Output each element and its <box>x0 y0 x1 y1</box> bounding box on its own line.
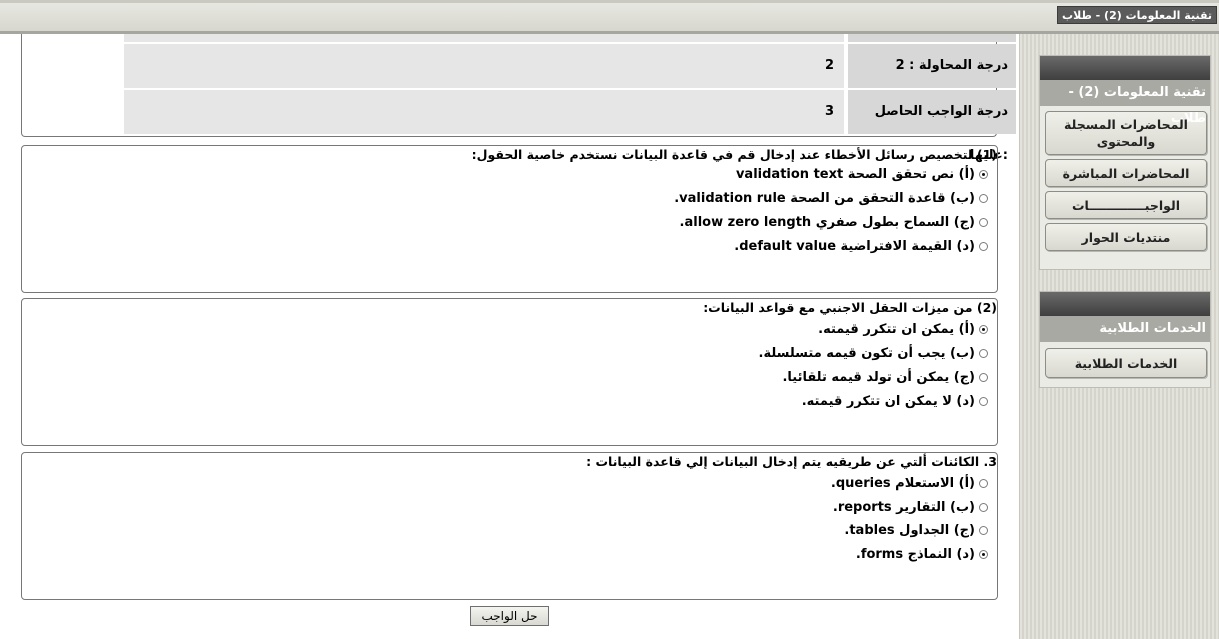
sidebar-course-menu: تقنية المعلومات (2) - طلاب المحاضرات الم… <box>1039 55 1211 270</box>
obtained-label: درجة الواجب الحاصل عليها: <box>848 90 1016 163</box>
sidebar-services-menu: الخدمات الطلابية الخدمات الطلابية <box>1039 291 1211 388</box>
question-2-option-b[interactable]: (ب) يجب أن تكون قيمه متسلسلة. <box>758 343 988 363</box>
grade-row-obtained: درجة الواجب الحاصل عليها: 3 <box>124 90 1016 163</box>
sidebar-course-title: تقنية المعلومات (2) - طلاب <box>1040 80 1210 126</box>
radio-button[interactable] <box>979 193 988 203</box>
sidebar-course-header <box>1040 56 1210 80</box>
option-label: (ب) قاعدة التحقق من الصحة validation rul… <box>674 190 975 206</box>
radio-button[interactable] <box>979 502 988 512</box>
question-2-option-a[interactable]: (أ) يمكن ان تتكرر قيمته. <box>818 319 988 339</box>
option-label: (ج) الجداول tables. <box>844 522 975 538</box>
question-1-option-a[interactable]: (أ) نص تحقق الصحة validation text <box>736 164 988 184</box>
top-bar-line <box>0 0 1219 3</box>
attempt-value: 2 <box>124 44 844 88</box>
app-title: تقنية المعلومات (2) - طلاب <box>1057 6 1217 24</box>
radio-button[interactable] <box>979 217 988 227</box>
submit-assignment-button[interactable]: حل الواجب <box>470 606 549 626</box>
sidebar-item-forums[interactable]: منتديات الحوار <box>1045 223 1207 251</box>
radio-button[interactable] <box>979 241 988 251</box>
option-label: (ب) التقارير reports. <box>832 499 975 515</box>
radio-button[interactable] <box>979 478 988 488</box>
radio-button[interactable] <box>979 396 988 406</box>
option-label: (ج) السماح بطول صفري allow zero length. <box>679 214 975 230</box>
question-2-text: (2) من ميزات الحقل الاجنبي مع قواعد البي… <box>703 300 997 315</box>
question-1: (1) لتخصيص رسائل الأخطاء عند إدخال قم في… <box>21 145 998 293</box>
question-1-option-b[interactable]: (ب) قاعدة التحقق من الصحة validation rul… <box>674 188 988 208</box>
sidebar-item-assignments[interactable]: الواجبـــــــــــــات <box>1045 191 1207 219</box>
question-1-option-d[interactable]: (د) القيمة الافتراضية default value. <box>734 236 988 256</box>
option-label: (أ) يمكن ان تتكرر قيمته. <box>818 321 975 337</box>
question-3-option-c[interactable]: (ج) الجداول tables. <box>844 520 988 540</box>
sidebar-services-header <box>1040 292 1210 316</box>
grade-label-top <box>848 34 1016 42</box>
obtained-value: 3 <box>124 90 844 134</box>
radio-button[interactable] <box>979 372 988 382</box>
radio-button[interactable] <box>979 324 988 334</box>
question-2-option-d[interactable]: (د) لا يمكن ان تتكرر قيمته. <box>802 391 988 411</box>
question-3: 3. الكائنات ألتي عن طريقيه يتم إدخال الب… <box>21 452 998 600</box>
top-bar: تقنية المعلومات (2) - طلاب <box>0 0 1219 34</box>
sidebar-item-recorded-lectures[interactable]: المحاضرات المسجلة والمحتوى <box>1045 111 1207 155</box>
sidebar-services-title: الخدمات الطلابية <box>1040 316 1210 342</box>
grade-row-top <box>124 34 1016 42</box>
option-label: (د) القيمة الافتراضية default value. <box>734 238 975 254</box>
radio-button[interactable] <box>979 549 988 559</box>
question-3-text: 3. الكائنات ألتي عن طريقيه يتم إدخال الب… <box>586 454 997 469</box>
radio-button[interactable] <box>979 525 988 535</box>
radio-button[interactable] <box>979 169 988 179</box>
question-1-option-c[interactable]: (ج) السماح بطول صفري allow zero length. <box>680 212 988 232</box>
question-3-option-b[interactable]: (ب) التقارير reports. <box>833 497 988 517</box>
option-label: (د) النماذج forms. <box>855 546 975 562</box>
question-3-option-a[interactable]: (أ) الاستعلام queries. <box>831 473 988 493</box>
grade-value-top <box>124 34 844 42</box>
question-2: (2) من ميزات الحقل الاجنبي مع قواعد البي… <box>21 298 998 446</box>
grade-box: درجة المحاولة : 2 2 درجة الواجب الحاصل ع… <box>21 34 1016 163</box>
question-3-option-d[interactable]: (د) النماذج forms. <box>856 544 988 564</box>
option-label: (أ) نص تحقق الصحة validation text <box>735 166 975 182</box>
radio-button[interactable] <box>979 348 988 358</box>
attempt-label: درجة المحاولة : 2 <box>848 44 1016 88</box>
option-label: (ج) يمكن أن تولد قيمه تلقائيا. <box>782 369 975 385</box>
question-2-option-c[interactable]: (ج) يمكن أن تولد قيمه تلقائيا. <box>782 367 988 387</box>
question-1-text: (1) لتخصيص رسائل الأخطاء عند إدخال قم في… <box>471 147 997 162</box>
sidebar-item-live-lectures[interactable]: المحاضرات المباشرة <box>1045 159 1207 187</box>
option-label: (د) لا يمكن ان تتكرر قيمته. <box>801 393 975 409</box>
main-content: درجة المحاولة : 2 2 درجة الواجب الحاصل ع… <box>0 34 1019 639</box>
grade-row-attempt: درجة المحاولة : 2 2 <box>124 44 1016 88</box>
option-label: (أ) الاستعلام queries. <box>830 475 975 491</box>
option-label: (ب) يجب أن تكون قيمه متسلسلة. <box>758 345 976 361</box>
sidebar-item-student-services[interactable]: الخدمات الطلابية <box>1045 348 1207 378</box>
